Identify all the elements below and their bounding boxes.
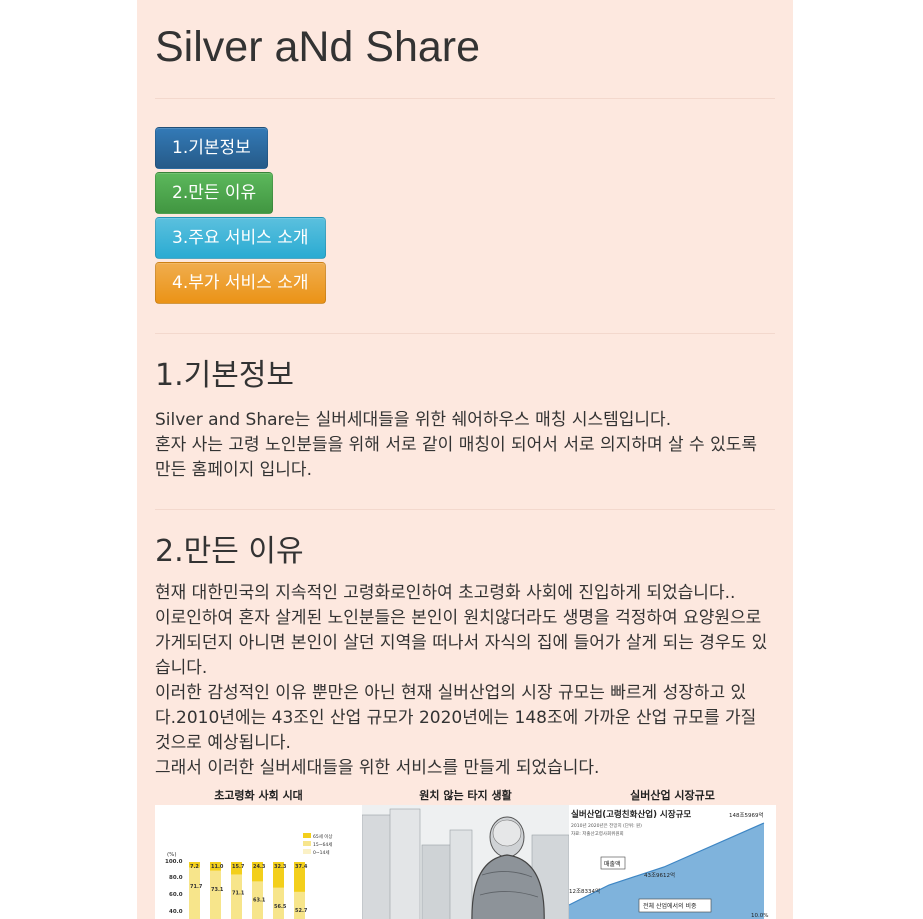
basic-info-button[interactable]: 1.기본정보	[155, 127, 268, 169]
legend-label: 65세 이상	[313, 833, 333, 840]
reason-section: 2.만든 이유 현재 대한민국의 지속적인 고령화로인하여 초고령화 사회에 진…	[155, 510, 776, 919]
text-line: 그래서 이러한 실버세대들을 위한 서비스를 만들게 되었습니다.	[155, 758, 600, 778]
extra-service-button[interactable]: 4.부가 서비스 소개	[155, 262, 326, 304]
aging-chart-svg: 65세 이상 15~64세 0~14세 (%) 100.0 80.0 60.0 …	[155, 805, 362, 919]
legend-label: 15~64세	[313, 841, 332, 848]
elderly-illustration-svg	[362, 805, 569, 919]
bar-segment-15-64	[210, 870, 221, 919]
infographic-strip: 초고령화 사회 시대 65세 이상 15~64세 0~14세 (%) 100.0…	[155, 787, 776, 919]
main-service-button[interactable]: 3.주요 서비스 소개	[155, 217, 326, 259]
section-heading: 2.만든 이유	[155, 534, 304, 569]
market-size-svg: 실버산업(고령친화산업) 시장규모 2010년 2020년은 전망치 (단위: …	[569, 805, 776, 919]
text-line: Silver and Share는 실버세대들을 위한 쉐어하우스 매칭 시스템…	[155, 410, 672, 430]
bar-value-label: 71.1	[232, 891, 245, 897]
figure-caption: 초고령화 사회 시대	[214, 789, 303, 802]
bar-segment-15-64	[294, 891, 305, 919]
value-label: 43조9612억	[644, 871, 675, 879]
bar-value-label: 71.7	[190, 884, 203, 890]
page-container: Silver aNd Share 1.기본정보 2.만든 이유 3.주요 서비스…	[137, 0, 793, 919]
text-line: 이로인하여 혼자 살게된 노인분들은 본인이 원치않더라도 생명을 걱정하여 요…	[155, 608, 768, 678]
figure-caption: 원치 않는 타지 생활	[419, 789, 512, 802]
y-axis-unit: (%)	[167, 852, 177, 858]
bar-value-label: 73.1	[211, 887, 224, 893]
y-tick-label: 80.0	[169, 875, 183, 881]
bar-value-label: 56.5	[274, 904, 287, 910]
bar-value-label: 32.3	[274, 864, 287, 870]
chart-source: 자료: 저출산고령사회위원회	[571, 830, 624, 837]
y-tick-label: 60.0	[169, 892, 183, 898]
figure-caption: 실버산업 시장규모	[630, 789, 715, 802]
aging-chart-figure: 초고령화 사회 시대 65세 이상 15~64세 0~14세 (%) 100.0…	[155, 787, 362, 919]
value-label: 10.0%	[751, 913, 768, 919]
section-text: Silver and Share는 실버세대들을 위한 쉐어하우스 매칭 시스템…	[155, 408, 775, 483]
text-line: 현재 대한민국의 지속적인 고령화로인하여 초고령화 사회에 진입하게 되었습니…	[155, 583, 736, 603]
y-tick-label: 100.0	[165, 859, 183, 865]
page-title: Silver aNd Share	[155, 23, 481, 71]
share-label: 전체 산업에서의 비중	[643, 902, 697, 910]
market-size-figure: 실버산업 시장규모 실버산업(고령친화산업) 시장규모 2010년 2020년은…	[569, 787, 776, 919]
bar-segment-15-64	[189, 867, 200, 919]
aging-chart-image: 65세 이상 15~64세 0~14세 (%) 100.0 80.0 60.0 …	[155, 805, 362, 919]
bar-value-label: 15.7	[232, 864, 245, 870]
nav-button-group: 1.기본정보 2.만든 이유 3.주요 서비스 소개 4.부가 서비스 소개	[155, 99, 775, 333]
value-label: 12조8334억	[569, 887, 600, 895]
value-label: 148조5969억	[729, 811, 764, 819]
bar-value-label: 63.1	[253, 897, 266, 903]
bar-value-label: 7.2	[190, 864, 199, 870]
elderly-illustration	[362, 805, 569, 919]
sales-label: 매출액	[604, 860, 621, 868]
market-size-image: 실버산업(고령친화산업) 시장규모 2010년 2020년은 전망치 (단위: …	[569, 805, 776, 919]
living-away-figure: 원치 않는 타지 생활	[362, 787, 569, 919]
basic-info-section: 1.기본정보 Silver and Share는 실버세대들을 위한 쉐어하우스…	[155, 334, 775, 483]
bar-segment-15-64	[231, 874, 242, 919]
bar-value-label: 52.7	[295, 908, 308, 914]
bar-value-label: 11.0	[211, 864, 224, 870]
section-heading: 1.기본정보	[155, 358, 295, 393]
text-line: 혼자 사는 고령 노인분들을 위해 서로 같이 매칭이 되어서 서로 의지하며 …	[155, 435, 758, 480]
chart-inner-title: 실버산업(고령친화산업) 시장규모	[571, 809, 691, 820]
section-text: 현재 대한민국의 지속적인 고령화로인하여 초고령화 사회에 진입하게 되었습니…	[155, 581, 775, 781]
y-tick-label: 40.0	[169, 909, 183, 915]
text-line: 이러한 감성적인 이유 뿐만은 아닌 현재 실버산업의 시장 규모는 빠르게 성…	[155, 683, 757, 753]
legend-label: 0~14세	[313, 849, 330, 856]
reason-button[interactable]: 2.만든 이유	[155, 172, 274, 214]
chart-note: 2010년 2020년은 전망치 (단위: 원)	[571, 822, 642, 829]
bar-value-label: 37.4	[295, 864, 308, 870]
bar-value-label: 24.3	[253, 864, 266, 870]
